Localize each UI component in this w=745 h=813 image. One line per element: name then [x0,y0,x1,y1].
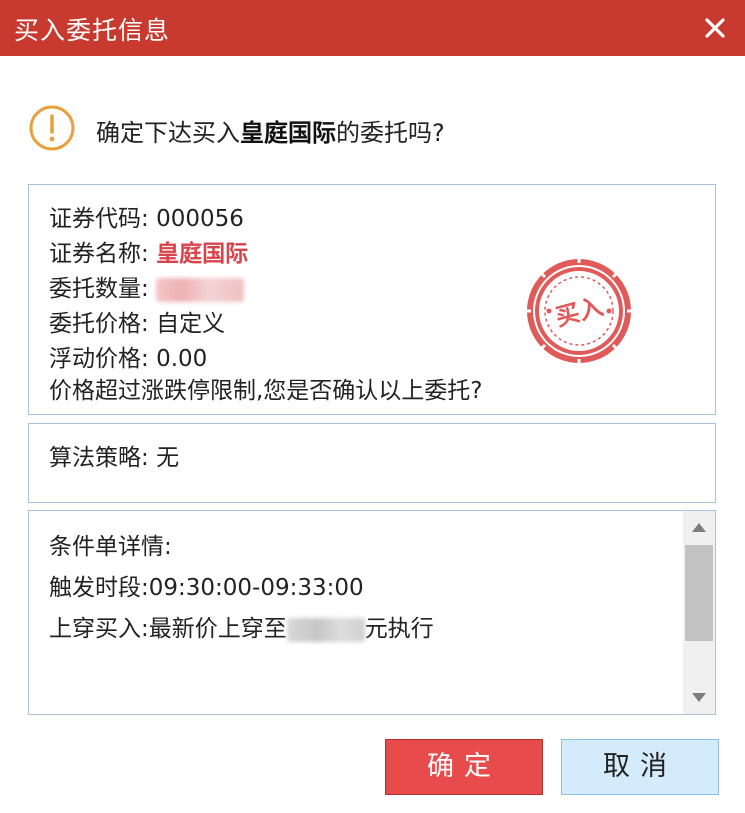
buy-order-dialog: 买入委托信息 确定下达买入皇庭国际的委托吗? 证券代码: 000056 证券名称… [0,0,745,813]
title-bar[interactable]: 买入委托信息 [0,0,745,56]
confirm-suffix: 的委托吗? [336,119,445,147]
order-price-label: 委托价格: [49,311,149,337]
confirm-stock-name: 皇庭国际 [240,119,336,147]
scroll-up-button[interactable] [683,511,715,543]
triangle-up-icon [692,523,706,532]
order-quantity-redacted [156,277,245,302]
condition-details-panel[interactable]: 条件单详情: 触发时段:09:30:00-09:33:00 上穿买入:最新价上穿… [28,510,716,715]
trigger-price-redacted [286,617,365,642]
warning-icon [29,105,75,151]
security-name-row: 证券名称: 皇庭国际 [49,234,248,268]
triangle-down-icon [692,693,706,702]
cross-up-rule: 上穿买入:最新价上穿至 元执行 [49,609,434,643]
confirm-text: 确定下达买入皇庭国际的委托吗? [96,113,445,148]
buy-stamp: 买入 [525,257,633,365]
vertical-scrollbar[interactable] [683,511,715,714]
trigger-period: 触发时段:09:30:00-09:33:00 [49,575,364,601]
algo-strategy-value: 无 [156,445,180,471]
order-info-panel: 证券代码: 000056 证券名称: 皇庭国际 委托数量: 委托价格: 自定义 … [28,184,716,415]
order-quantity-row: 委托数量: [49,269,245,303]
security-code-label: 证券代码: [49,206,149,232]
limit-warning-text: 价格超过涨跌停限制,您是否确认以上委托? [49,378,483,404]
security-code-row: 证券代码: 000056 [49,199,244,233]
float-price-label: 浮动价格: [49,346,149,372]
confirm-prefix: 确定下达买入 [96,119,240,147]
algo-strategy-label: 算法策略: [49,445,149,471]
float-price-row: 浮动价格: 0.00 [49,339,207,373]
confirm-button[interactable]: 确定 [385,739,543,795]
order-price-row: 委托价格: 自定义 [49,304,225,338]
scroll-down-button[interactable] [683,682,715,714]
condition-title: 条件单详情: [49,534,172,560]
dialog-title: 买入委托信息 [14,16,171,45]
cross-up-rule-suffix: 元执行 [364,616,434,642]
security-name-label: 证券名称: [49,241,149,267]
order-quantity-label: 委托数量: [49,276,149,302]
cancel-button[interactable]: 取消 [561,739,719,795]
confirm-question: 确定下达买入皇庭国际的委托吗? [28,104,718,156]
close-button[interactable] [695,8,735,48]
float-price-value: 0.00 [156,346,208,372]
algo-strategy-row: 算法策略: 无 [49,438,179,472]
security-code-value: 000056 [156,206,244,232]
order-price-value: 自定义 [156,311,226,337]
scroll-thumb[interactable] [685,545,713,641]
security-name-value: 皇庭国际 [156,241,249,267]
cross-up-rule-prefix: 上穿买入:最新价上穿至 [49,616,287,642]
algo-strategy-panel: 算法策略: 无 [28,423,716,503]
close-icon [705,18,725,38]
